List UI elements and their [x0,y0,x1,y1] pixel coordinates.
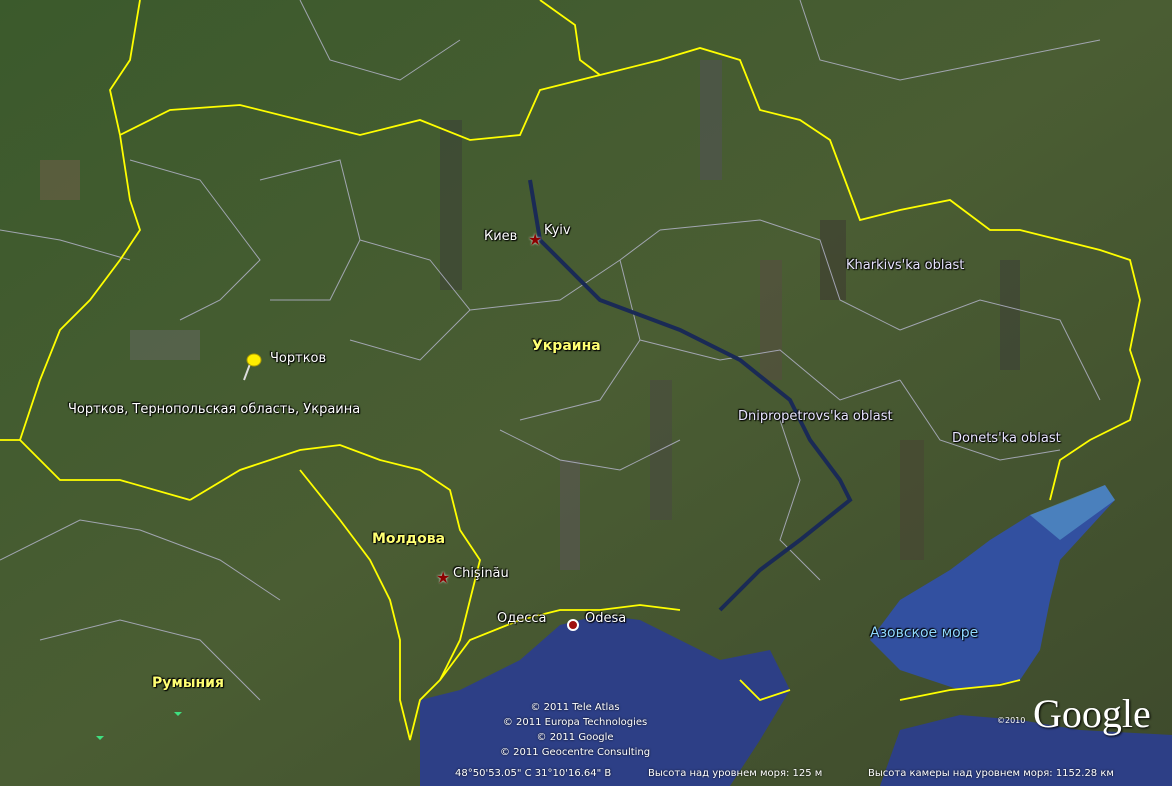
label-kharkiv: Kharkivs'ka oblast [846,258,965,273]
label-chisinau: Chişinău [453,566,509,581]
satellite-terrain [0,0,1172,786]
city-dot-icon[interactable] [567,619,579,631]
attribution-line: © 2011 Tele Atlas [530,702,620,713]
label-donetsk: Donets'ka oblast [952,431,1061,446]
label-azov-sea: Азовское море [870,625,979,641]
label-kyiv-ru: Киев [484,229,518,244]
placemark-pushpin-icon[interactable] [238,350,264,382]
status-camera-altitude: Высота камеры над уровнем моря: 1152.28 … [868,768,1114,779]
label-odessa-ru: Одесса [497,611,547,626]
capital-star-icon[interactable]: ★ [436,570,450,586]
status-coordinates: 48°50'53.05" С 31°10'16.64" В [455,768,612,779]
label-kyiv-en: Kyiv [544,223,571,238]
google-logo: Google [1033,691,1151,736]
map-viewport[interactable]: Киев ★ Kyiv Чортков Чортков, Тернопольск… [0,0,1172,786]
capital-star-icon[interactable]: ★ [528,232,542,248]
attribution-line: © 2011 Europa Technologies [502,717,648,728]
attribution: © 2011 Tele Atlas © 2011 Europa Technolo… [500,700,650,760]
label-chortkov: Чортков [270,351,327,366]
label-romania: Румыния [152,675,224,691]
attribution-line: © 2011 Google [536,732,614,743]
logo-copyright: ©2010 [997,716,1026,725]
status-bar: 48°50'53.05" С 31°10'16.64" В Высота над… [0,762,1172,786]
label-chortkov-full: Чортков, Тернопольская область, Украина [68,402,361,417]
status-elevation: Высота над уровнем моря: 125 м [648,768,823,779]
label-odesa-en: Odesa [585,611,627,626]
label-moldova: Молдова [372,531,446,547]
label-dnipropetrovsk: Dnipropetrovs'ka oblast [738,409,893,424]
attribution-line: © 2011 Geocentre Consulting [500,747,651,758]
label-ukraine: Украина [532,338,601,354]
